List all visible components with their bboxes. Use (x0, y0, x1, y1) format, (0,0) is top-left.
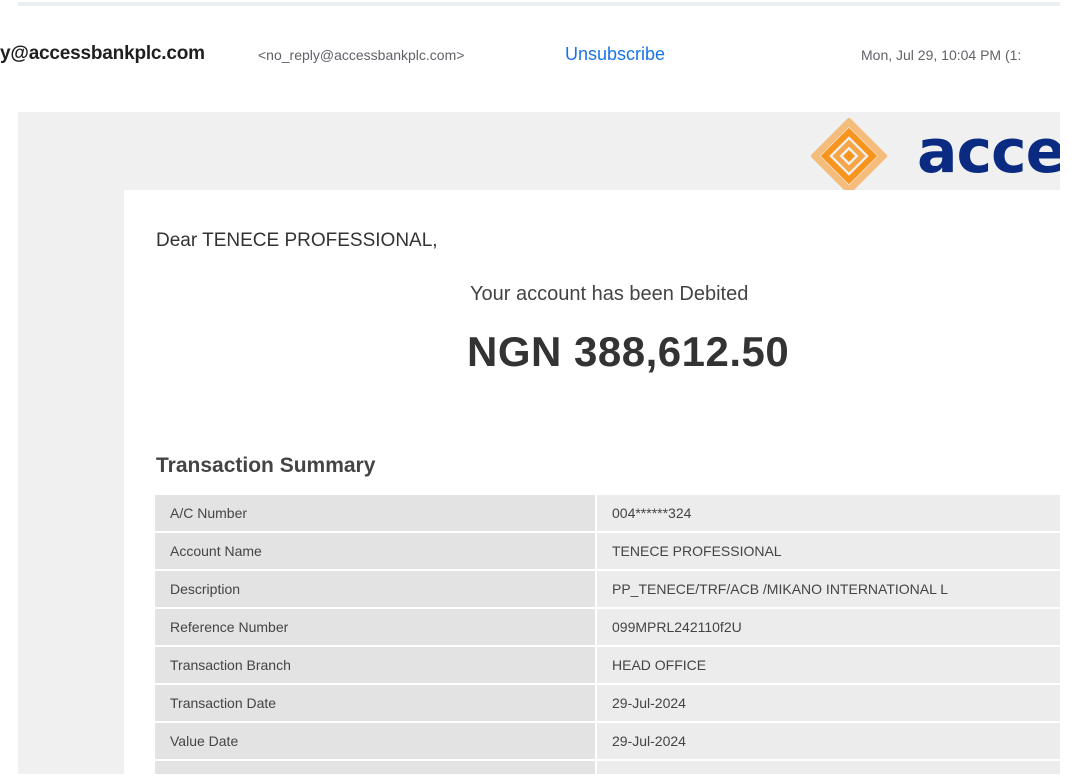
row-value: 29-Jul-2024 (596, 722, 1060, 761)
summary-title: Transaction Summary (156, 454, 376, 477)
table-row: Value Date 29-Jul-2024 (155, 722, 1060, 761)
table-row: A/C Number 004******324 (155, 495, 1060, 533)
table-row: Transaction Date 29-Jul-2024 (155, 684, 1060, 723)
top-divider (18, 2, 1060, 6)
debit-message: Your account has been Debited (470, 283, 749, 305)
email-card: Dear TENECE PROFESSIONAL, Your account h… (124, 190, 1060, 774)
email-header: y@accessbankplc.com <no_reply@accessbank… (0, 41, 1080, 71)
transaction-summary-table: A/C Number 004******324 Account Name TEN… (155, 495, 1060, 774)
sender-email: <no_reply@accessbankplc.com> (258, 47, 465, 63)
row-label: Account Name (155, 532, 597, 571)
row-value: 004******324 (596, 495, 1060, 533)
row-label: A/C Number (155, 495, 597, 533)
row-value: 29-Jul-2024 (596, 684, 1060, 723)
row-label: Description (155, 570, 597, 609)
access-diamond-icon (811, 118, 887, 194)
debit-amount: NGN 388,612.50 (467, 328, 790, 375)
greeting: Dear TENECE PROFESSIONAL, (156, 230, 438, 251)
table-row (155, 760, 1060, 774)
row-value (596, 760, 1060, 774)
table-row: Description PP_TENECE/TRF/ACB /MIKANO IN… (155, 570, 1060, 609)
row-value: TENECE PROFESSIONAL (596, 532, 1060, 571)
email-date[interactable]: Mon, Jul 29, 10:04 PM (1: (861, 47, 1021, 63)
row-value: HEAD OFFICE (596, 646, 1060, 685)
email-body: acces Dear TENECE PROFESSIONAL, Your acc… (18, 112, 1060, 774)
access-bank-logo: acces (811, 116, 1060, 194)
row-label: Transaction Branch (155, 646, 597, 685)
row-label: Reference Number (155, 608, 597, 647)
row-value: 099MPRL242110f2U (596, 608, 1060, 647)
sender-name[interactable]: y@accessbankplc.com (0, 43, 205, 65)
row-label (155, 760, 597, 774)
unsubscribe-link[interactable]: Unsubscribe (565, 44, 665, 65)
table-row: Reference Number 099MPRL242110f2U (155, 608, 1060, 647)
logo-wordmark: acces (917, 117, 1060, 187)
row-value: PP_TENECE/TRF/ACB /MIKANO INTERNATIONAL … (596, 570, 1060, 609)
table-row: Account Name TENECE PROFESSIONAL (155, 532, 1060, 571)
table-row: Transaction Branch HEAD OFFICE (155, 646, 1060, 685)
row-label: Value Date (155, 722, 597, 761)
row-label: Transaction Date (155, 684, 597, 723)
